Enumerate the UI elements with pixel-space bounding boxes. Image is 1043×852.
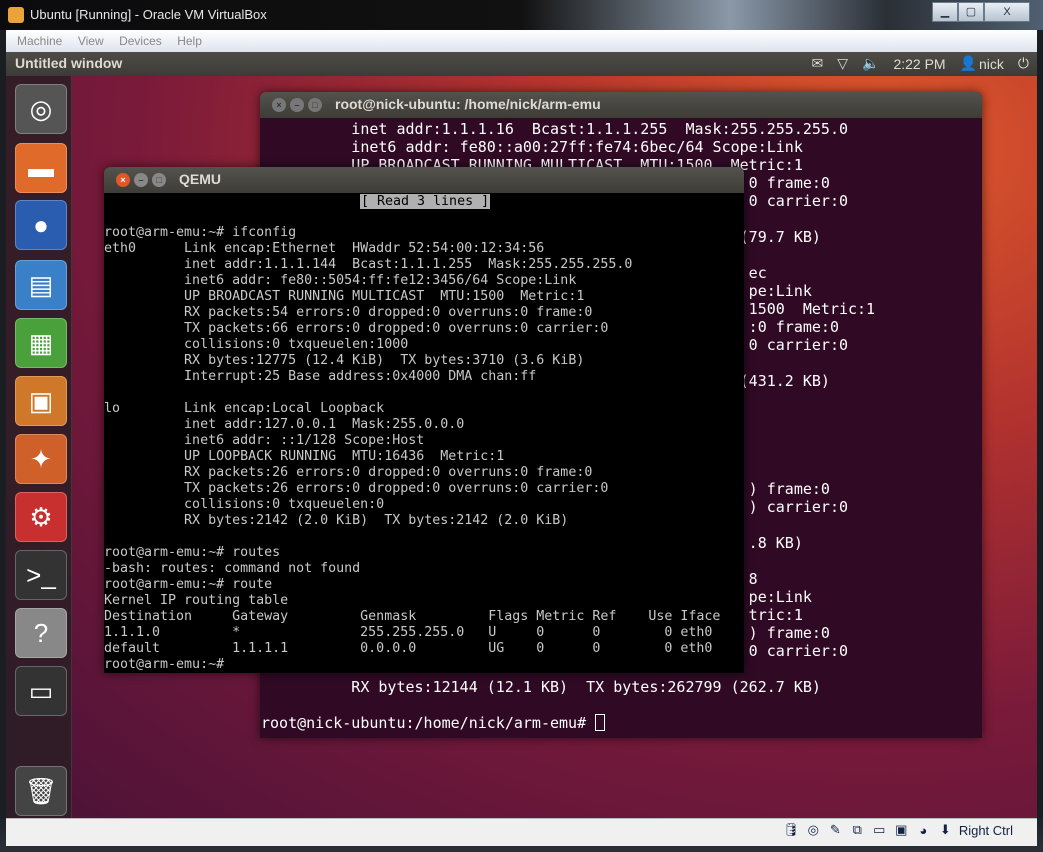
console-line: inet6 addr: ::1/128 Scope:Host (104, 433, 425, 448)
menu-help[interactable]: Help (177, 30, 202, 52)
console-line: root@arm-emu:~# routes (104, 545, 281, 560)
panel-window-title: Untitled window (15, 55, 123, 71)
nano-status-message: [ Read 3 lines ] (360, 194, 491, 209)
window-title: Ubuntu [Running] - Oracle VM VirtualBox (30, 7, 267, 22)
qemu-title: QEMU (179, 171, 221, 187)
network-icon[interactable]: ⧉ (849, 822, 866, 838)
close-button[interactable]: X (984, 2, 1030, 22)
clock[interactable]: 2:22 PM (893, 56, 945, 72)
maximize-icon[interactable]: □ (152, 173, 166, 187)
console-line: UP BROADCAST RUNNING MULTICAST MTU:1500 … (104, 289, 585, 304)
console-line: TX packets:26 errors:0 dropped:0 overrun… (104, 481, 609, 496)
console-line: collisions:0 txqueuelen:0 (104, 497, 385, 512)
mail-icon[interactable]: ✉ (811, 55, 823, 72)
close-icon[interactable]: × (272, 98, 286, 112)
qemu-console-output: root@arm-emu:~# ifconfig eth0 Link encap… (104, 193, 720, 673)
launcher-help-icon[interactable]: ? (15, 608, 67, 658)
optical-drive-icon[interactable]: ◎ (805, 822, 822, 838)
virtualbox-title-bar: Ubuntu [Running] - Oracle VM VirtualBox … (0, 0, 1043, 30)
console-line: Destination Gateway Genmask Flags Metric… (104, 609, 721, 624)
console-line: default 1.1.1.1 0.0.0.0 UG 0 0 0 eth0 (104, 641, 713, 656)
terminal-line: inet6 addr: fe80::a00:27ff:fe74:6bec/64 … (261, 138, 803, 156)
ubuntu-top-panel: Untitled window ✉ ▽ 🔈 2:22 PM 👤 nick ⏻ (6, 52, 1037, 76)
mouse-integration-icon[interactable]: ◕ (915, 823, 932, 838)
console-line: TX packets:66 errors:0 dropped:0 overrun… (104, 321, 609, 336)
console-line: collisions:0 txqueuelen:1000 (104, 337, 409, 352)
console-line: RX bytes:12775 (12.4 KiB) TX bytes:3710 … (104, 353, 585, 368)
shared-folder-icon[interactable]: ▭ (871, 822, 888, 838)
console-line: root@arm-emu:~# route (104, 577, 273, 592)
virtualbox-status-bar: 🛢 ◎ ✎ ⧉ ▭ ▣ ◕ ⬇ Right Ctrl (0, 818, 1043, 852)
console-line: inet addr:1.1.1.144 Bcast:1.1.1.255 Mask… (104, 257, 633, 272)
launcher-files-icon[interactable]: ▬ (15, 143, 67, 193)
console-line: root@arm-emu:~# (104, 657, 225, 672)
console-line: inet addr:127.0.0.1 Mask:255.0.0.0 (104, 417, 465, 432)
terminal-title: root@nick-ubuntu: /home/nick/arm-emu (335, 96, 601, 112)
virtualization-icon[interactable]: ▣ (893, 822, 910, 838)
terminal-line: inet addr:1.1.1.16 Bcast:1.1.1.255 Mask:… (261, 120, 848, 138)
menu-view[interactable]: View (78, 30, 104, 52)
terminal-line: RX bytes:12144 (12.1 KB) TX bytes:262799… (261, 678, 821, 696)
menu-machine[interactable]: Machine (17, 30, 62, 52)
hard-disk-icon[interactable]: 🛢 (783, 822, 800, 838)
menu-devices[interactable]: Devices (119, 30, 162, 52)
console-line: UP LOOPBACK RUNNING MTU:16436 Metric:1 (104, 449, 505, 464)
launcher-system-settings-icon[interactable]: ⚙ (15, 492, 67, 542)
launcher-workspace-switcher-icon[interactable]: ▭ (15, 666, 67, 716)
cursor (595, 714, 606, 731)
launcher-ubuntu-dash-icon[interactable]: ◎ (15, 84, 67, 134)
launcher-writer-icon[interactable]: ▤ (15, 260, 67, 310)
minimize-button[interactable]: ▁ (932, 2, 958, 22)
usb-icon[interactable]: ✎ (827, 822, 844, 838)
console-line: eth0 Link encap:Ethernet HWaddr 52:54:00… (104, 241, 545, 256)
user-icon[interactable]: 👤 (960, 55, 977, 72)
keyboard-capture-icon[interactable]: ⬇ (937, 822, 954, 838)
menu-bar: Machine View Devices Help (6, 30, 1037, 52)
power-icon[interactable]: ⏻ (1018, 55, 1029, 72)
console-line: RX packets:54 errors:0 dropped:0 overrun… (104, 305, 593, 320)
console-line: -bash: routes: command not found (104, 561, 361, 576)
console-line: RX packets:26 errors:0 dropped:0 overrun… (104, 465, 593, 480)
console-line: Interrupt:25 Base address:0x4000 DMA cha… (104, 369, 537, 384)
console-line: root@arm-emu:~# ifconfig (104, 225, 297, 240)
unity-launcher: ◎ ▬ ● ▤ ▦ ▣ ✦ ⚙ >_? ▭ 🗑 (6, 76, 72, 818)
host-key-label: Right Ctrl (958, 822, 1013, 838)
minimize-icon[interactable]: – (290, 98, 304, 112)
close-icon[interactable]: × (116, 173, 130, 187)
launcher-trash-icon[interactable]: 🗑 (15, 766, 67, 816)
terminal-title-bar: × – □ root@nick-ubuntu: /home/nick/arm-e… (260, 92, 982, 118)
network-icon[interactable]: ▽ (837, 55, 848, 72)
maximize-icon[interactable]: □ (308, 98, 322, 112)
maximize-button[interactable]: ▢ (958, 2, 984, 22)
virtualbox-icon (8, 7, 24, 23)
launcher-impress-icon[interactable]: ▣ (15, 376, 67, 426)
console-line: lo Link encap:Local Loopback (104, 401, 385, 416)
console-line: 1.1.1.0 * 255.255.255.0 U 0 0 0 eth0 (104, 625, 713, 640)
console-line: inet6 addr: fe80::5054:ff:fe12:3456/64 S… (104, 273, 577, 288)
console-line: RX bytes:2142 (2.0 KiB) TX bytes:2142 (2… (104, 513, 569, 528)
launcher-software-center-icon[interactable]: ✦ (15, 434, 67, 484)
console-line: Kernel IP routing table (104, 593, 289, 608)
launcher-terminal-icon[interactable]: >_ (15, 550, 67, 600)
launcher-calc-icon[interactable]: ▦ (15, 318, 67, 368)
volume-icon[interactable]: 🔈 (862, 55, 879, 72)
user-name[interactable]: nick (979, 56, 1004, 72)
terminal-prompt: root@nick-ubuntu:/home/nick/arm-emu# (261, 714, 596, 732)
launcher-firefox-icon[interactable]: ● (15, 200, 67, 250)
qemu-title-bar: × – □ QEMU (104, 167, 744, 193)
minimize-icon[interactable]: – (134, 173, 148, 187)
qemu-window[interactable]: × – □ QEMU root@arm-emu:~# ifconfig eth0… (104, 167, 744, 673)
